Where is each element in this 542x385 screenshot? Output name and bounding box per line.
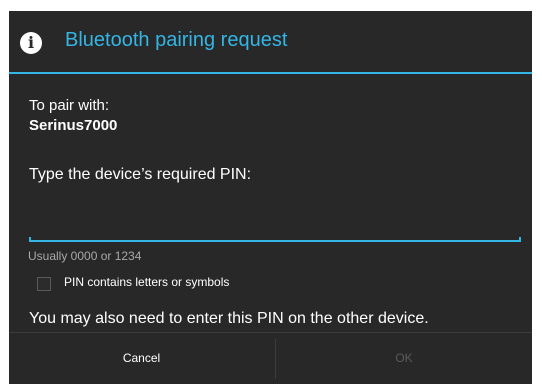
- ok-button[interactable]: OK: [276, 333, 532, 384]
- pin-input[interactable]: [29, 207, 521, 241]
- pair-with-label: To pair with:: [29, 97, 110, 114]
- dialog-title-bar: i Bluetooth pairing request: [9, 11, 532, 72]
- device-name: Serinus7000: [29, 117, 118, 134]
- dialog-title: Bluetooth pairing request: [65, 29, 288, 51]
- other-device-note: You may also need to enter this PIN on t…: [29, 310, 429, 327]
- bluetooth-pairing-dialog: i Bluetooth pairing request To pair with…: [9, 11, 532, 384]
- pin-prompt: Type the device’s required PIN:: [29, 166, 252, 183]
- pin-letters-checkbox-label[interactable]: PIN contains letters or symbols: [64, 275, 229, 289]
- dialog-button-bar: Cancel OK: [9, 332, 532, 384]
- title-divider: [9, 72, 532, 74]
- info-icon-glyph: i: [27, 33, 35, 52]
- cancel-button[interactable]: Cancel: [9, 333, 274, 384]
- pin-input-underline: [29, 237, 521, 242]
- info-icon: i: [20, 32, 42, 54]
- pin-hint: Usually 0000 or 1234: [28, 249, 142, 263]
- pin-letters-checkbox[interactable]: [37, 277, 51, 291]
